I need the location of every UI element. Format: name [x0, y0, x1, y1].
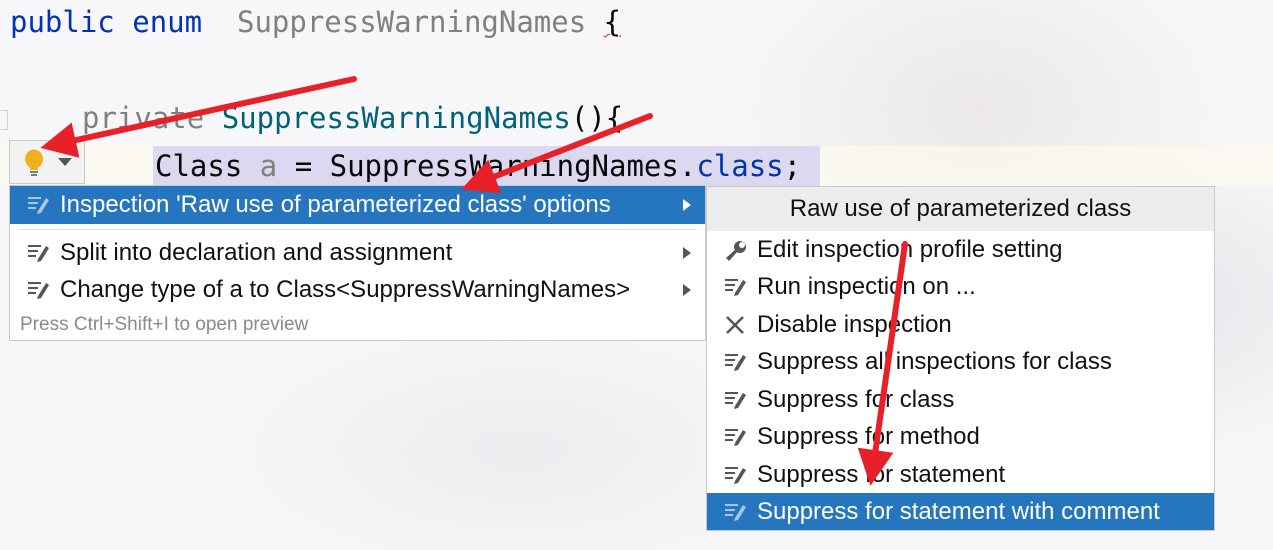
quick-fix-icon [725, 354, 746, 371]
preview-hint: Press Ctrl+Shift+I to open preview [20, 314, 309, 335]
code-line-enum-declaration[interactable]: public enum SuppressWarningNames { [10, 4, 621, 40]
inspection-submenu: Raw use of parameterized class Edit insp… [706, 186, 1215, 531]
submenu-item-suppress-all-class[interactable]: Suppress all inspections for class [707, 343, 1214, 380]
chevron-down-icon [58, 158, 72, 166]
code-line-constructor[interactable]: private SuppressWarningNames(){ [82, 100, 623, 136]
gutter-fold-marker[interactable] [0, 110, 8, 130]
dot-operator: . [678, 149, 697, 183]
submenu-item-edit-profile[interactable]: Edit inspection profile setting [707, 231, 1214, 268]
submenu-arrow-icon [683, 284, 691, 296]
keyword-public: public [10, 5, 115, 39]
quick-fix-icon [28, 197, 49, 214]
reference-class-name: SuppressWarningNames [329, 149, 679, 183]
submenu-item-label: Suppress for method [757, 423, 980, 450]
submenu-item-label: Suppress for statement with comment [757, 498, 1160, 525]
quick-fix-icon [725, 504, 746, 521]
menu-item-label: Split into declaration and assignment [60, 239, 453, 266]
menu-item-label: Change type of a to Class<SuppressWarnin… [60, 276, 631, 303]
keyword-private: private [82, 101, 205, 135]
quick-fix-icon [725, 279, 746, 296]
submenu-item-disable-inspection[interactable]: Disable inspection [707, 306, 1214, 343]
quick-fix-icon [725, 429, 746, 446]
submenu-item-suppress-statement-comment[interactable]: Suppress for statement with comment [707, 493, 1214, 530]
submenu-item-suppress-statement[interactable]: Suppress for statement [707, 456, 1214, 493]
intention-bulb-button[interactable] [9, 140, 85, 184]
code-line-statement[interactable]: Class a = SuppressWarningNames.class; [155, 148, 801, 184]
variable-a: a [259, 149, 278, 183]
menu-item-inspection-options[interactable]: Inspection 'Raw use of parameterized cla… [10, 186, 705, 224]
menu-separator [18, 229, 697, 230]
lightbulb-icon [25, 149, 43, 176]
close-icon [726, 316, 744, 334]
submenu-item-suppress-method[interactable]: Suppress for method [707, 418, 1214, 455]
keyword-class: class [696, 149, 784, 183]
open-brace: { [603, 5, 622, 39]
menu-item-split-declaration[interactable]: Split into declaration and assignment [10, 234, 705, 272]
assign-operator: = [277, 149, 330, 183]
enum-class-name: SuppressWarningNames [237, 5, 587, 39]
submenu-item-label: Suppress all inspections for class [757, 348, 1112, 375]
quick-fix-icon [725, 467, 746, 484]
menu-item-change-type[interactable]: Change type of a to Class<SuppressWarnin… [10, 271, 705, 309]
submenu-item-label: Disable inspection [757, 311, 952, 338]
semicolon: ; [783, 149, 802, 183]
submenu-title: Raw use of parameterized class [707, 187, 1214, 231]
constructor-name: SuppressWarningNames [221, 101, 571, 135]
constructor-parens: (){ [570, 101, 624, 135]
keyword-enum: enum [132, 5, 203, 39]
submenu-item-suppress-class[interactable]: Suppress for class [707, 381, 1214, 418]
submenu-item-label: Edit inspection profile setting [757, 236, 1063, 263]
submenu-arrow-icon [683, 247, 691, 259]
submenu-item-run-inspection[interactable]: Run inspection on ... [707, 268, 1214, 305]
submenu-arrow-icon [683, 199, 691, 211]
quick-fix-icon [725, 392, 746, 409]
submenu-item-label: Suppress for statement [757, 461, 1006, 488]
quick-fix-icon [28, 282, 49, 299]
submenu-item-label: Run inspection on ... [757, 273, 976, 300]
intention-actions-popup: Inspection 'Raw use of parameterized cla… [9, 185, 706, 341]
menu-item-label: Inspection 'Raw use of parameterized cla… [60, 191, 611, 218]
type-class: Class [155, 149, 243, 183]
submenu-item-label: Suppress for class [757, 386, 955, 413]
wrench-icon [726, 241, 746, 261]
quick-fix-icon [28, 245, 49, 262]
